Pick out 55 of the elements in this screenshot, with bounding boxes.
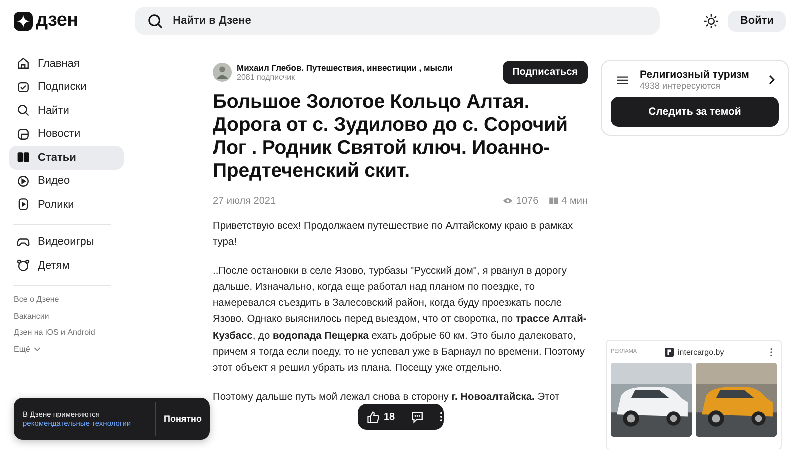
gamepad-icon [17, 236, 30, 249]
more-link[interactable]: Ещё [9, 341, 30, 358]
sidebar-item[interactable]: Новости [9, 122, 124, 146]
topic-followers: 4938 интересуются [640, 81, 722, 91]
publish-date: 27 июля 2021 [213, 196, 278, 206]
chevron-down-icon[interactable] [34, 346, 42, 352]
play-icon [17, 174, 30, 188]
logo-icon [14, 12, 33, 30]
advertiser-logo-icon [665, 348, 674, 356]
sidebar-item[interactable]: Ролики [9, 193, 124, 216]
sidebar-item[interactable]: Статьи [9, 146, 124, 170]
menu-icon [617, 76, 628, 84]
more-options-icon[interactable] [440, 412, 444, 422]
logo-text[interactable]: дзен [36, 10, 78, 32]
view-count: 1076 [516, 196, 539, 206]
book-icon [17, 151, 30, 164]
search-field[interactable]: Найти в Дзене [135, 7, 660, 35]
author-avatar[interactable] [213, 62, 232, 82]
sidebar-item[interactable]: Найти [9, 99, 124, 122]
read-time: 4 мин [562, 196, 588, 206]
follow-topic-button[interactable]: Следить за темой [611, 97, 779, 127]
sidebar-item[interactable]: Видеоигры [9, 230, 124, 254]
accept-button[interactable]: Понятно [156, 414, 210, 424]
article-title: Большое Золотое Кольцо Алтая. Дорога от с. Зудилово до с. Сорочий Лог . Родник Святой ключ. Иоанно- Предтеченский скит. [213, 91, 569, 183]
article-paragraph: Приветствую всех! Продолжаем путешествие по Алтайскому краю в рамках тура! [213, 220, 574, 250]
chevron-right-icon[interactable] [769, 75, 775, 85]
topic-name[interactable]: Религиозный туризм [640, 69, 757, 81]
footer-link[interactable]: Вакансии [9, 308, 124, 324]
ad-domain[interactable]: intercargo.by [678, 348, 770, 356]
sidebar-item[interactable]: Детям [9, 254, 124, 278]
author-name[interactable]: Михаил Глебов. Путешествия, инвестиции , мысли [237, 62, 503, 72]
bear-icon [17, 259, 30, 272]
sidebar-item[interactable]: Видео [9, 170, 124, 193]
house-icon [17, 57, 30, 70]
phone-play-icon [17, 198, 30, 212]
article-paragraph: Поэтому дальше путь мой лежал снова в сторону г. Новоалтайска. Этот [213, 390, 561, 405]
search-icon [148, 14, 164, 28]
login-button[interactable]: Войти [728, 10, 786, 32]
like-count: 18 [384, 412, 396, 422]
check-square-icon [17, 80, 30, 94]
thumbs-up-icon[interactable] [367, 410, 380, 424]
more-options-icon[interactable] [770, 348, 773, 356]
footer-link[interactable]: Дзен на iOS и Android [9, 324, 124, 341]
eye-icon [503, 197, 514, 205]
search-icon [17, 104, 30, 118]
subscribe-button[interactable]: Подписаться [502, 60, 588, 84]
sidebar-item[interactable]: Подписки [9, 76, 124, 99]
book-icon [548, 197, 559, 205]
footer-link[interactable]: Все о Дзене [9, 292, 124, 308]
theme-toggle-icon[interactable] [704, 14, 718, 28]
sidebar-item[interactable]: Главная [9, 52, 124, 76]
news-icon [17, 128, 30, 141]
comment-icon[interactable] [411, 410, 424, 424]
article-paragraph: ..После остановки в селе Язово, турбазы "Русский дом", я рванул в дорогу дальше. Изначально, когда еще работал над планом по поездке, то намеревался съездить в Залесовский район, когда буду проезжать после Язово. Однако выяснилось перед выездом, что от своротка, по трассе Алтай- Кузбасс, до водопада Пещерка ехать добрые 60 км. Это было далековато, причем я тогда если поеду, то не успевал уже в Барнаул по времени. Поэтому этот объект я решил убрать из плана. Посещу уже отдельно. [213, 264, 588, 376]
subscriber-count: 2081 подписчик [237, 72, 296, 82]
